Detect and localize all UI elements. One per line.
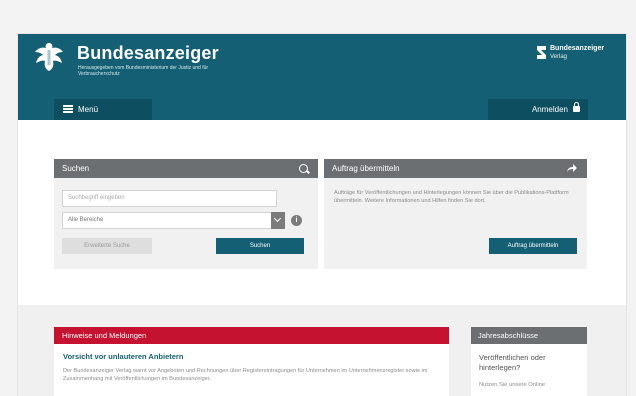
menu-button[interactable]: Menü xyxy=(54,99,152,120)
lock-icon xyxy=(573,102,580,112)
order-panel: Auftrag übermitteln Aufträge für Veröffe… xyxy=(324,159,587,269)
order-panel-title: Auftrag übermitteln xyxy=(332,164,400,173)
notices-title: Hinweise und Meldungen xyxy=(62,331,147,340)
verlag-logo[interactable]: Bundesanzeiger Verlag xyxy=(536,44,604,64)
verlag-logo-icon xyxy=(537,46,546,59)
annual-reports-header: Jahresabschlüsse xyxy=(471,327,587,344)
site-header: Bundesanzeiger Herausgegeben vom Bundesm… xyxy=(18,34,626,120)
eagle-logo xyxy=(35,43,63,71)
search-input-placeholder: Suchbegriff eingeben xyxy=(68,195,125,201)
search-panel-header: Suchen xyxy=(54,159,318,178)
search-icon[interactable] xyxy=(299,164,308,173)
search-panel: Suchen Suchbegriff eingeben Alle Bereich… xyxy=(54,159,318,269)
notices-header: Hinweise und Meldungen xyxy=(54,327,449,344)
area-select-value: Alle Bereiche xyxy=(68,217,104,223)
verlag-line1: Bundesanzeiger xyxy=(550,45,605,52)
brand-subtitle: Herausgegeben vom Bundesministerium der … xyxy=(78,65,209,77)
login-label: Anmelden xyxy=(531,105,568,114)
annual-headline[interactable]: Veröffentlichen oder hinterlegen? xyxy=(479,353,579,373)
browser-page: Bundesanzeiger Herausgegeben vom Bundesm… xyxy=(18,34,626,396)
annual-reports-title: Jahresabschlüsse xyxy=(478,331,539,340)
login-button[interactable]: Anmelden xyxy=(488,99,588,120)
submit-order-button[interactable]: Auftrag übermitteln xyxy=(489,238,577,254)
search-panel-title: Suchen xyxy=(62,164,90,173)
verlag-line2: Verlag xyxy=(550,54,568,60)
area-select[interactable]: Alle Bereiche xyxy=(62,212,277,229)
search-button[interactable]: Suchen xyxy=(216,238,304,254)
notice-text: Der Bundesanzeiger Verlag warnt vor Ange… xyxy=(63,368,428,382)
site-logo[interactable]: Bundesanzeiger Herausgegeben vom Bundesm… xyxy=(32,40,412,84)
annual-text: Nutzen Sie unsere Online xyxy=(479,382,546,388)
annual-reports-panel: Jahresabschlüsse Veröffentlichen oder hi… xyxy=(471,327,587,396)
notice-headline[interactable]: Vorsicht vor unlauteren Anbietern xyxy=(63,352,183,361)
advanced-search-button[interactable]: Erweiterte Suche xyxy=(62,238,152,254)
menu-label: Menü xyxy=(78,105,99,114)
search-input[interactable]: Suchbegriff eingeben xyxy=(62,190,277,207)
share-arrow-icon[interactable] xyxy=(567,164,577,172)
order-description: Aufträge für Veröffentlichungen und Hint… xyxy=(334,190,569,204)
menu-icon xyxy=(63,105,73,113)
order-panel-header: Auftrag übermitteln xyxy=(324,159,587,178)
chevron-down-icon[interactable] xyxy=(271,212,285,229)
notices-panel: Hinweise und Meldungen Vorsicht vor unla… xyxy=(54,327,449,396)
info-icon[interactable]: i xyxy=(291,215,302,226)
brand-title: Bundesanzeiger xyxy=(77,43,219,63)
